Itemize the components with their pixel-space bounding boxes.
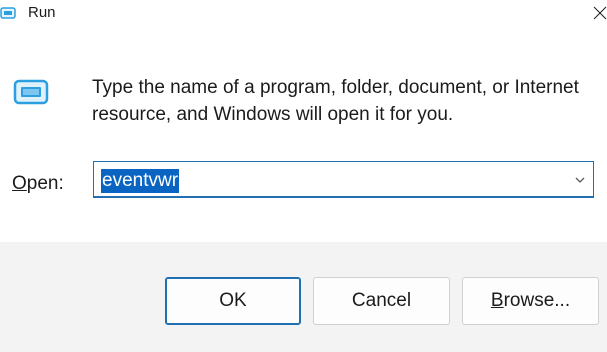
run-icon xyxy=(0,6,16,19)
open-label: Open: xyxy=(12,173,64,195)
window-title: Run xyxy=(28,4,56,21)
run-icon xyxy=(12,78,52,108)
close-button[interactable] xyxy=(585,0,607,26)
browse-button[interactable]: Browse... xyxy=(462,277,599,325)
run-dialog: Run Type the name of a program, folder, … xyxy=(0,0,607,352)
open-combobox[interactable]: eventvwr xyxy=(93,161,594,198)
ok-button[interactable]: OK xyxy=(165,277,301,325)
title-bar[interactable]: Run xyxy=(0,0,607,30)
cancel-button[interactable]: Cancel xyxy=(313,277,450,325)
open-input[interactable]: eventvwr xyxy=(101,169,180,193)
chevron-down-icon[interactable] xyxy=(573,173,587,187)
close-icon xyxy=(593,6,607,20)
dialog-description: Type the name of a program, folder, docu… xyxy=(92,77,579,125)
browse-label: rowse... xyxy=(503,290,571,311)
open-label-accelerator: O xyxy=(12,173,27,194)
browse-accelerator: B xyxy=(490,290,504,311)
button-bar: OK Cancel Browse... xyxy=(0,242,607,352)
open-label-text: pen: xyxy=(26,173,64,194)
